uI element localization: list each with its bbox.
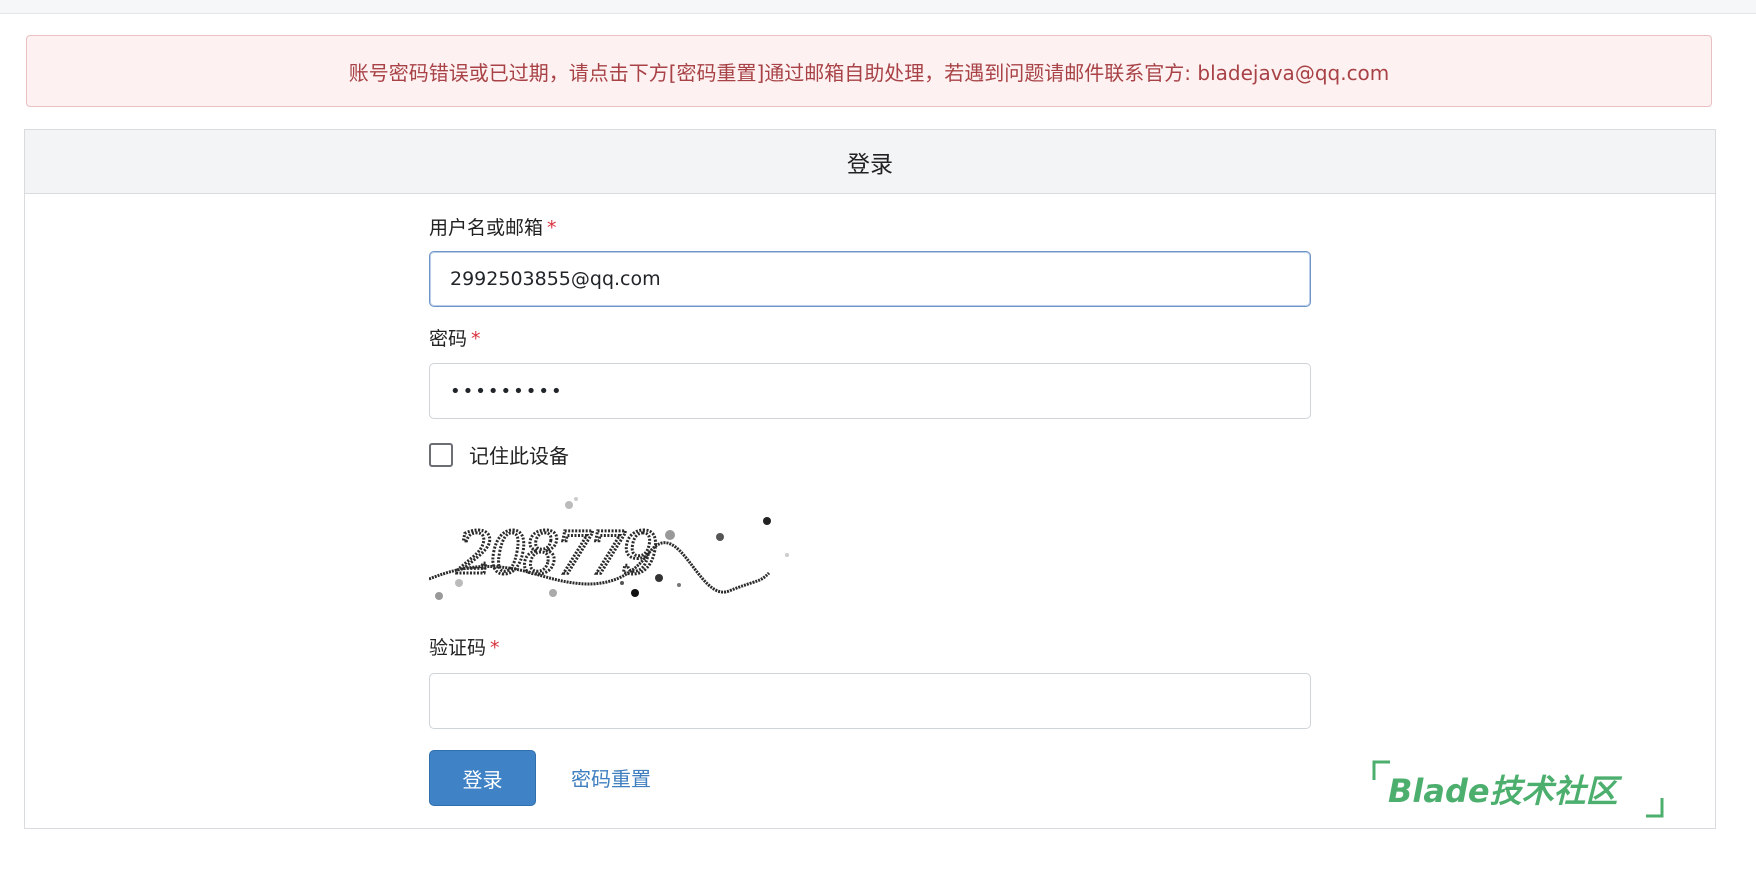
top-bar (0, 0, 1756, 14)
username-label: 用户名或邮箱 * (429, 213, 557, 240)
captcha-label: 验证码 * (429, 633, 500, 660)
login-card: 登录 用户名或邮箱* 密码* 记住此设备 (24, 129, 1716, 829)
login-button[interactable]: 登录 (429, 750, 536, 806)
captcha-image[interactable]: 208779 (429, 493, 789, 613)
username-required-mark: * (547, 217, 557, 239)
login-card-header: 登录 (25, 130, 1715, 194)
captcha-input[interactable] (429, 673, 1311, 729)
error-alert: 账号密码错误或已过期，请点击下方[密码重置]通过邮箱自助处理，若遇到问题请邮件联… (26, 35, 1712, 107)
captcha-text: 208779 (456, 519, 658, 587)
watermark-text: Blade技术社区 (1388, 772, 1623, 810)
login-card-title: 登录 (847, 151, 893, 178)
watermark-bracket-right (1646, 798, 1664, 818)
remember-device-row[interactable]: 记住此设备 (429, 440, 569, 469)
password-input[interactable] (429, 363, 1311, 419)
captcha-required-mark: * (490, 637, 500, 659)
blade-community-watermark: Blade技术社区 (1372, 760, 1664, 818)
password-required-mark: * (471, 328, 481, 350)
password-label: 密码 * (429, 324, 481, 351)
password-reset-link[interactable]: 密码重置 (571, 763, 651, 792)
remember-device-label: 记住此设备 (469, 444, 569, 468)
remember-device-checkbox[interactable] (429, 442, 453, 467)
captcha-label-text: 验证码 (429, 637, 487, 659)
error-alert-message: 账号密码错误或已过期，请点击下方[密码重置]通过邮箱自助处理，若遇到问题请邮件联… (348, 60, 1390, 85)
password-label-text: 密码 (429, 328, 468, 350)
username-input[interactable] (429, 251, 1311, 307)
username-label-text: 用户名或邮箱 (429, 217, 544, 239)
